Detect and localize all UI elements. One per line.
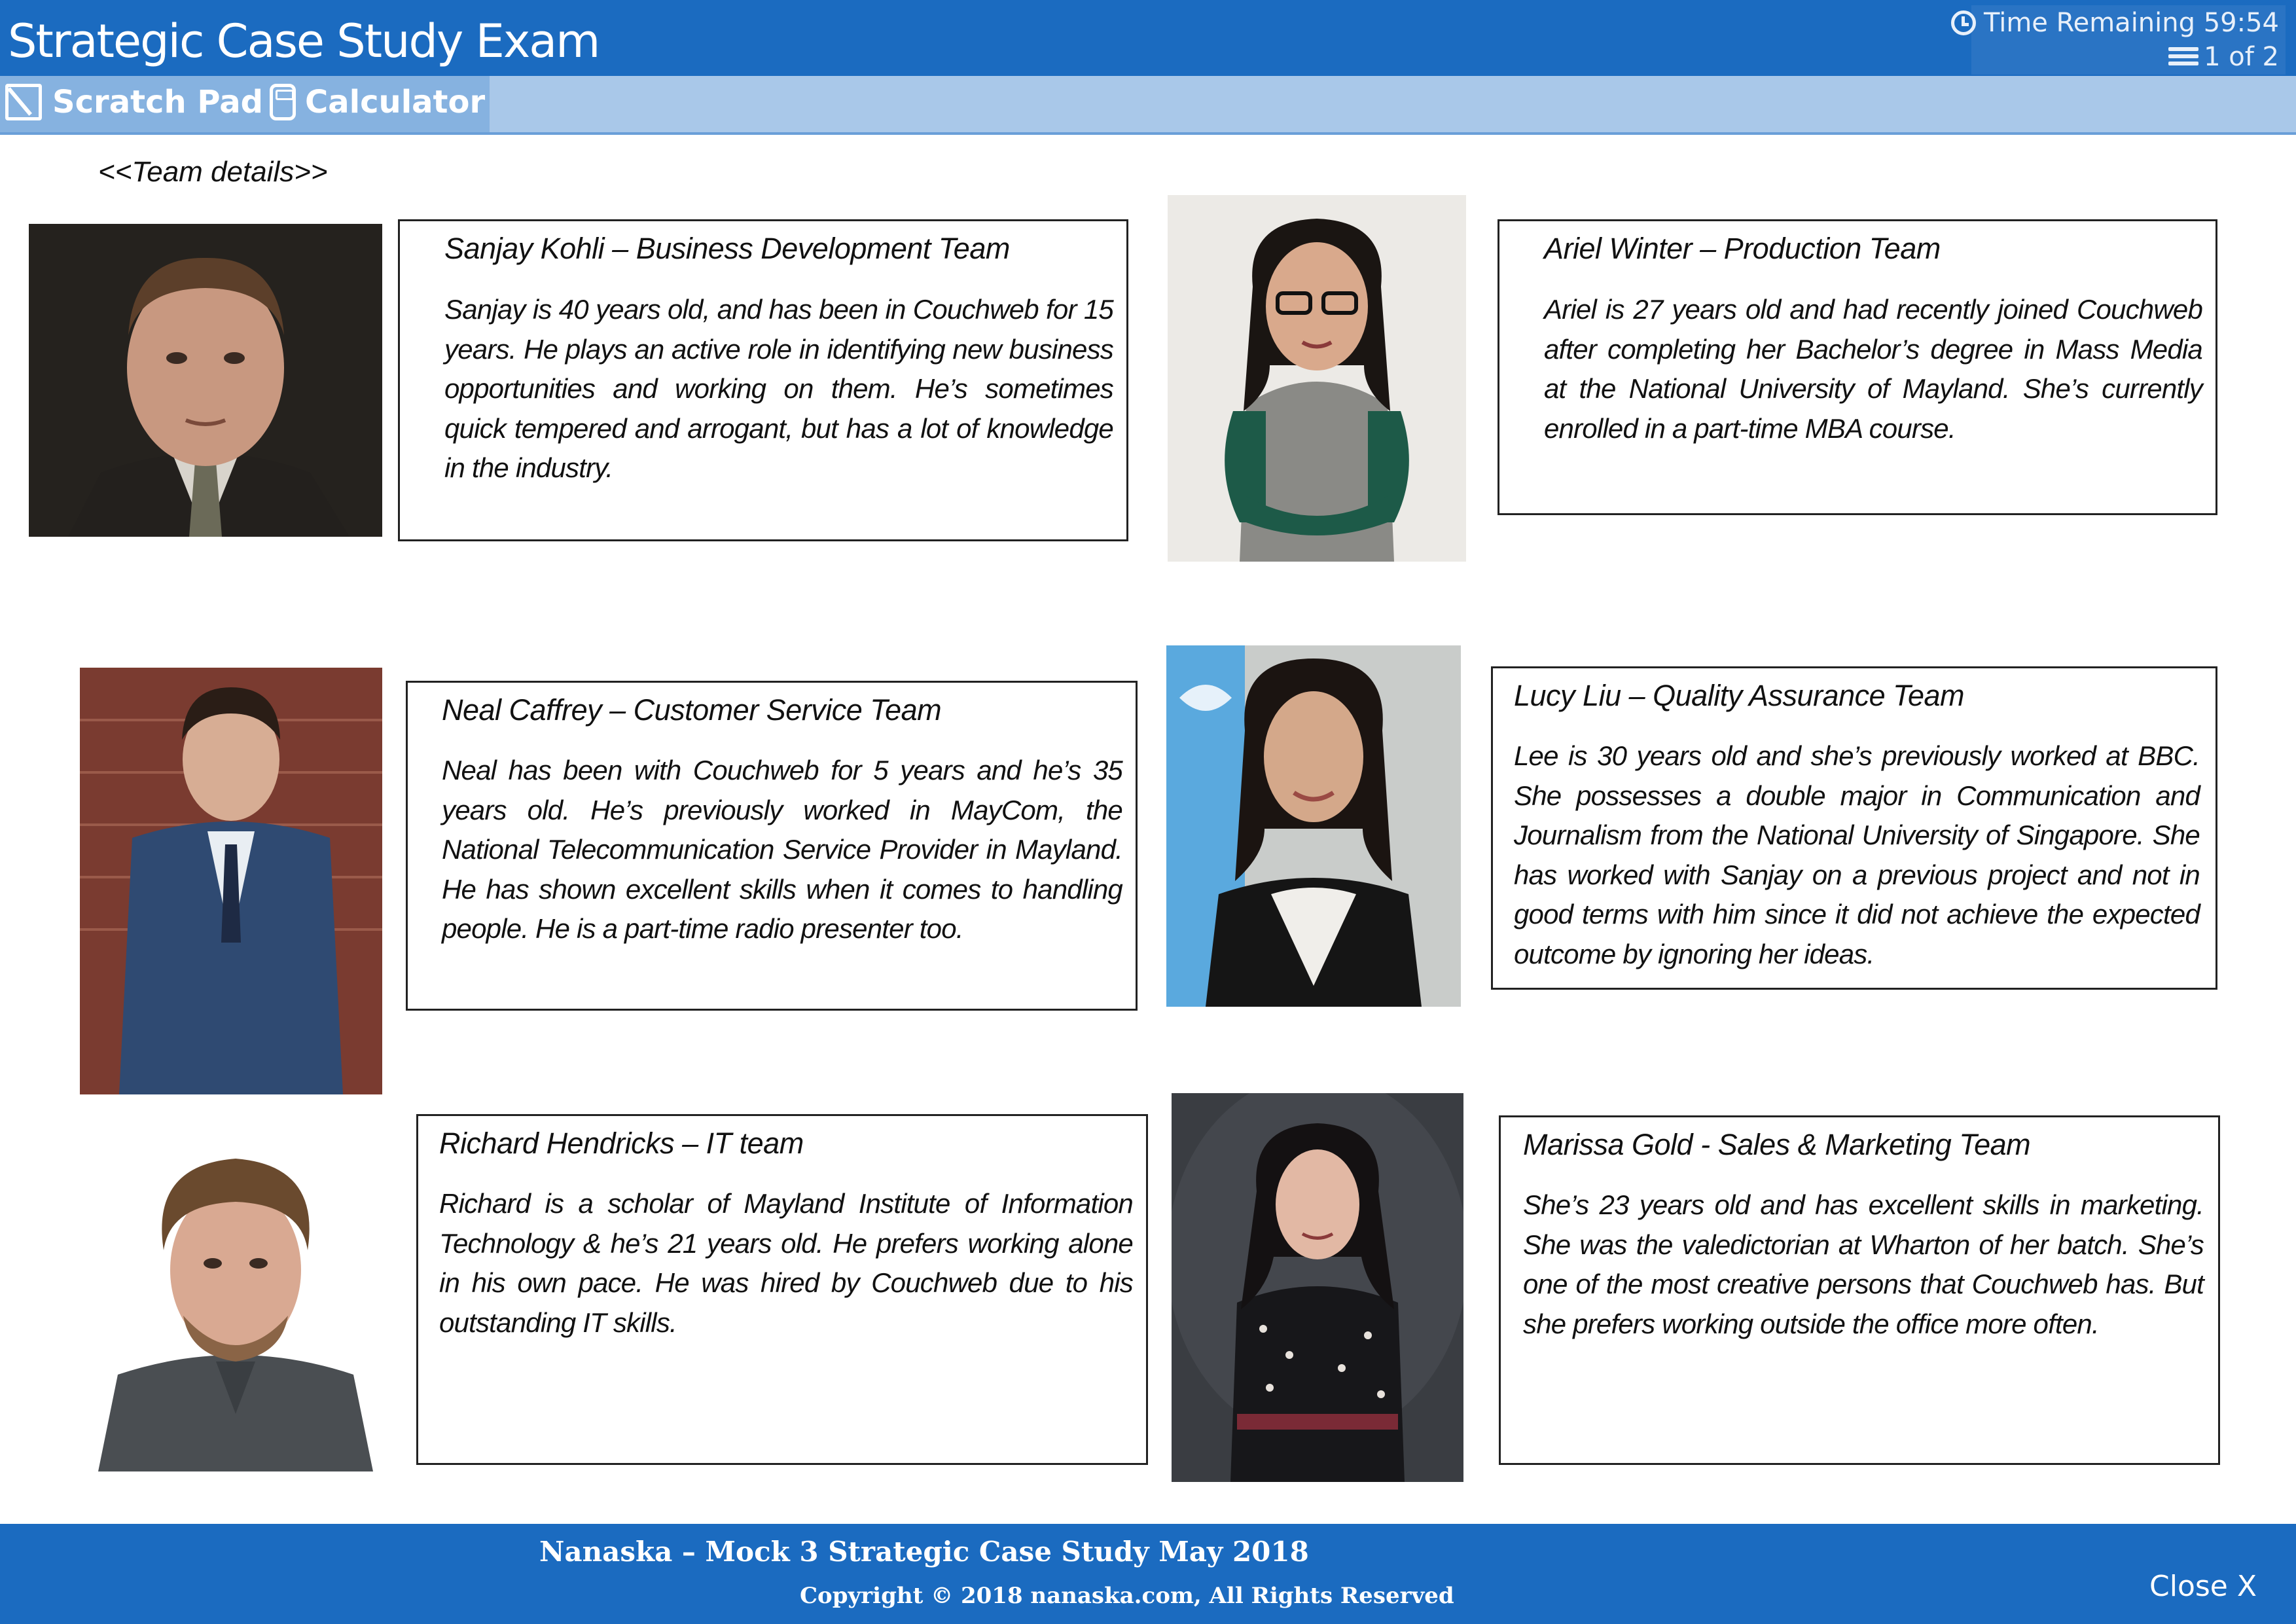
calculator-button[interactable]: Calculator: [270, 84, 485, 120]
team-member-card: Ariel Winter – Production Team Ariel is …: [1498, 219, 2217, 515]
team-member-bio: Lee is 30 years old and she’s previously…: [1514, 740, 2200, 969]
team-member-bio: She’s 23 years old and has excellent ski…: [1523, 1189, 2204, 1339]
footer-title: Nanaska – Mock 3 Strategic Case Study Ma…: [539, 1536, 1309, 1568]
section-label: <<Team details>>: [98, 156, 328, 188]
exam-footer: Nanaska – Mock 3 Strategic Case Study Ma…: [0, 1524, 2296, 1624]
close-button[interactable]: Close X: [2149, 1570, 2257, 1603]
team-member-photo: [92, 1139, 380, 1471]
time-remaining: Time Remaining 59:54: [1984, 8, 2279, 38]
team-member-name: Marissa Gold - Sales & Marketing Team: [1523, 1128, 2031, 1161]
team-member-bio: Ariel is 27 years old and had recently j…: [1544, 294, 2203, 444]
calculator-label: Calculator: [305, 84, 486, 120]
pages-icon: [2168, 46, 2200, 68]
team-member-photo: [29, 224, 382, 537]
team-member-photo: [1168, 195, 1466, 562]
footer-copyright: Copyright © 2018 nanaska.com, All Rights…: [800, 1583, 1454, 1609]
team-member-bio: Richard is a scholar of Mayland Institut…: [439, 1188, 1134, 1338]
scratch-pad-icon: [5, 84, 42, 120]
team-member-card: Sanjay Kohli – Business Development Team…: [398, 219, 1128, 541]
team-member-card: Marissa Gold - Sales & Marketing Team Sh…: [1499, 1115, 2220, 1465]
team-member-name: Lucy Liu – Quality Assurance Team: [1514, 679, 1965, 712]
timer-panel: Time Remaining 59:54 1 of 2: [1951, 5, 2286, 75]
team-member-bio: Sanjay is 40 years old, and has been in …: [444, 294, 1114, 483]
page-row: 1 of 2: [2168, 42, 2279, 72]
clock-icon: [1951, 10, 1976, 35]
calculator-icon: [270, 84, 296, 120]
team-member-photo: [1172, 1093, 1463, 1482]
team-member-bio: Neal has been with Couchweb for 5 years …: [442, 755, 1123, 944]
exam-toolbar: Scratch Pad Calculator: [0, 76, 2296, 135]
exam-header: Strategic Case Study Exam Time Remaining…: [0, 0, 2296, 76]
team-member-card: Lucy Liu – Quality Assurance Team Lee is…: [1491, 666, 2217, 990]
scratch-pad-label: Scratch Pad: [52, 84, 264, 120]
exam-title: Strategic Case Study Exam: [8, 14, 600, 68]
team-member-name: Ariel Winter – Production Team: [1544, 232, 1941, 265]
timer-row: Time Remaining 59:54: [1951, 8, 2279, 38]
team-member-photo: [80, 668, 382, 1094]
team-member-name: Richard Hendricks – IT team: [439, 1127, 804, 1160]
team-member-card: Richard Hendricks – IT team Richard is a…: [416, 1114, 1148, 1465]
page-indicator: 1 of 2: [2204, 42, 2279, 72]
team-member-name: Neal Caffrey – Customer Service Team: [442, 693, 942, 727]
tool-group: Scratch Pad Calculator: [0, 76, 490, 132]
team-member-card: Neal Caffrey – Customer Service Team Nea…: [406, 681, 1138, 1011]
team-member-photo: [1166, 645, 1461, 1007]
team-member-name: Sanjay Kohli – Business Development Team: [444, 232, 1010, 265]
scratch-pad-button[interactable]: Scratch Pad: [5, 84, 263, 120]
